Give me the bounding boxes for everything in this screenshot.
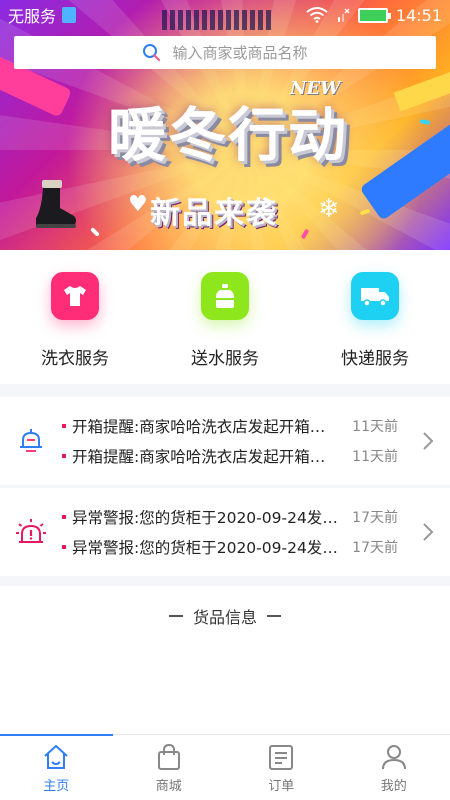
goods-title-text: 货品信息 [192,608,257,627]
user-icon [381,745,406,770]
service-water-delivery[interactable]: 送水服务 [150,250,300,384]
notice-text: 开箱提醒:商家哈哈洗衣店发起开箱请求 [72,418,340,436]
bullet-dot [62,515,66,519]
bullet-dot [62,424,66,428]
service-laundry[interactable]: 洗衣服务 [0,250,150,384]
service-label: 洗衣服务 [41,349,109,369]
divider [168,615,183,617]
notice-time: 11天前 [352,419,398,435]
notice-item[interactable]: 异常警报:您的货柜于2020-09-24发生异常 17天前 [62,532,406,562]
notice-time: 11天前 [352,449,398,465]
notice-icon-container [0,426,62,456]
tab-label: 订单 [268,779,295,794]
wifi-icon [306,7,328,23]
bell-icon [20,429,42,452]
notice-item[interactable]: 异常警报:您的货柜于2020-09-24发生异常 17天前 [62,502,406,532]
carrier-info: 无服务 [8,3,77,27]
notice-list: 异常警报:您的货柜于2020-09-24发生异常 17天前 异常警报:您的货柜于… [62,502,406,562]
tab-label: 主页 [43,779,70,794]
notice-list: 开箱提醒:商家哈哈洗衣店发起开箱请求 11天前 开箱提醒:商家哈哈洗衣店发起开箱… [62,411,406,471]
no-signal-icon [337,8,350,22]
search-bar[interactable]: 输入商家或商品名称 [14,36,436,69]
boot-image [36,180,76,228]
status-indicators: 14:51 [306,6,442,25]
goods-section: 货品信息 [0,586,450,734]
notice-item[interactable]: 开箱提醒:商家哈哈洗衣店发起开箱请求 11天前 [62,441,406,471]
bullet-dot [62,454,66,458]
section-title: 货品信息 [0,604,450,628]
bullet-dot [62,545,66,549]
tab-label: 商城 [155,779,182,794]
notice-card-alarm[interactable]: 异常警报:您的货柜于2020-09-24发生异常 17天前 异常警报:您的货柜于… [0,488,450,576]
battery-icon [357,7,391,23]
tab-home[interactable]: 主页 [0,734,113,800]
service-label: 快递服务 [341,349,409,369]
alarm-light-icon [16,519,46,543]
banner-headline: 暖冬行动 [107,101,348,169]
banner-subheadline: 新品来袭 [150,196,278,231]
chevron-right-icon[interactable] [406,522,450,542]
delivery-truck-icon [351,272,399,320]
status-bar: 无服务 14:51 [0,0,450,30]
home-icon [44,745,68,769]
notice-text: 异常警报:您的货柜于2020-09-24发生异常 [72,539,340,557]
search-placeholder: 输入商家或商品名称 [172,44,308,62]
notice-item[interactable]: 开箱提醒:商家哈哈洗衣店发起开箱请求 11天前 [62,411,406,441]
water-bottle-icon [201,272,249,320]
notice-text: 开箱提醒:商家哈哈洗衣店发起开箱请求 [72,448,340,466]
clock: 14:51 [395,5,442,25]
snowflake-icon: ❄ [318,194,340,224]
heart-icon: ♥ [128,192,148,217]
service-express[interactable]: 快递服务 [300,250,450,384]
chevron-right-icon[interactable] [406,431,450,451]
notice-time: 17天前 [352,510,398,526]
tab-label: 我的 [380,779,407,794]
notice-text: 异常警报:您的货柜于2020-09-24发生异常 [72,509,340,527]
tab-mall[interactable]: 商城 [113,735,226,800]
divider [267,615,281,617]
service-label: 送水服务 [191,349,259,369]
bottom-tab-bar: 主页 商城 订单 我的 [0,734,450,800]
shopping-bag-icon [157,743,180,770]
tab-profile[interactable]: 我的 [338,735,450,800]
search-icon [143,43,161,61]
service-grid: 洗衣服务 送水服务 快递服务 [0,250,450,384]
notice-card-reminder[interactable]: 开箱提醒:商家哈哈洗衣店发起开箱请求 11天前 开箱提醒:商家哈哈洗衣店发起开箱… [0,397,450,485]
carrier-label: 无服务 [8,7,57,26]
order-list-icon [269,745,294,770]
notice-icon-container [0,517,62,547]
tshirt-icon [51,272,99,320]
sim-icon [62,7,77,23]
notice-time: 17天前 [352,540,398,556]
tab-orders[interactable]: 订单 [225,735,338,800]
